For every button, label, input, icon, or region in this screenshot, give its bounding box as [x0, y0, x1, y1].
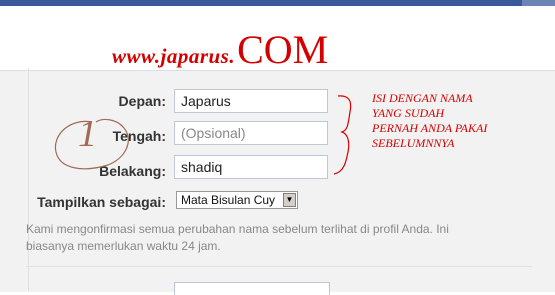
annotation-note-line: PERNAH ANDA PAKAI [372, 121, 488, 135]
annotation-note-line: ISI DENGAN NAMA [372, 91, 473, 105]
annotation-bracket [333, 95, 352, 175]
annotation-note-line: SEBELUMNNYA [372, 136, 455, 150]
annotation-circle [54, 118, 129, 170]
annotation-note-line: YANG SUDAH [372, 106, 445, 120]
annotation-note: ISI DENGAN NAMA YANG SUDAH PERNAH ANDA P… [372, 91, 487, 151]
